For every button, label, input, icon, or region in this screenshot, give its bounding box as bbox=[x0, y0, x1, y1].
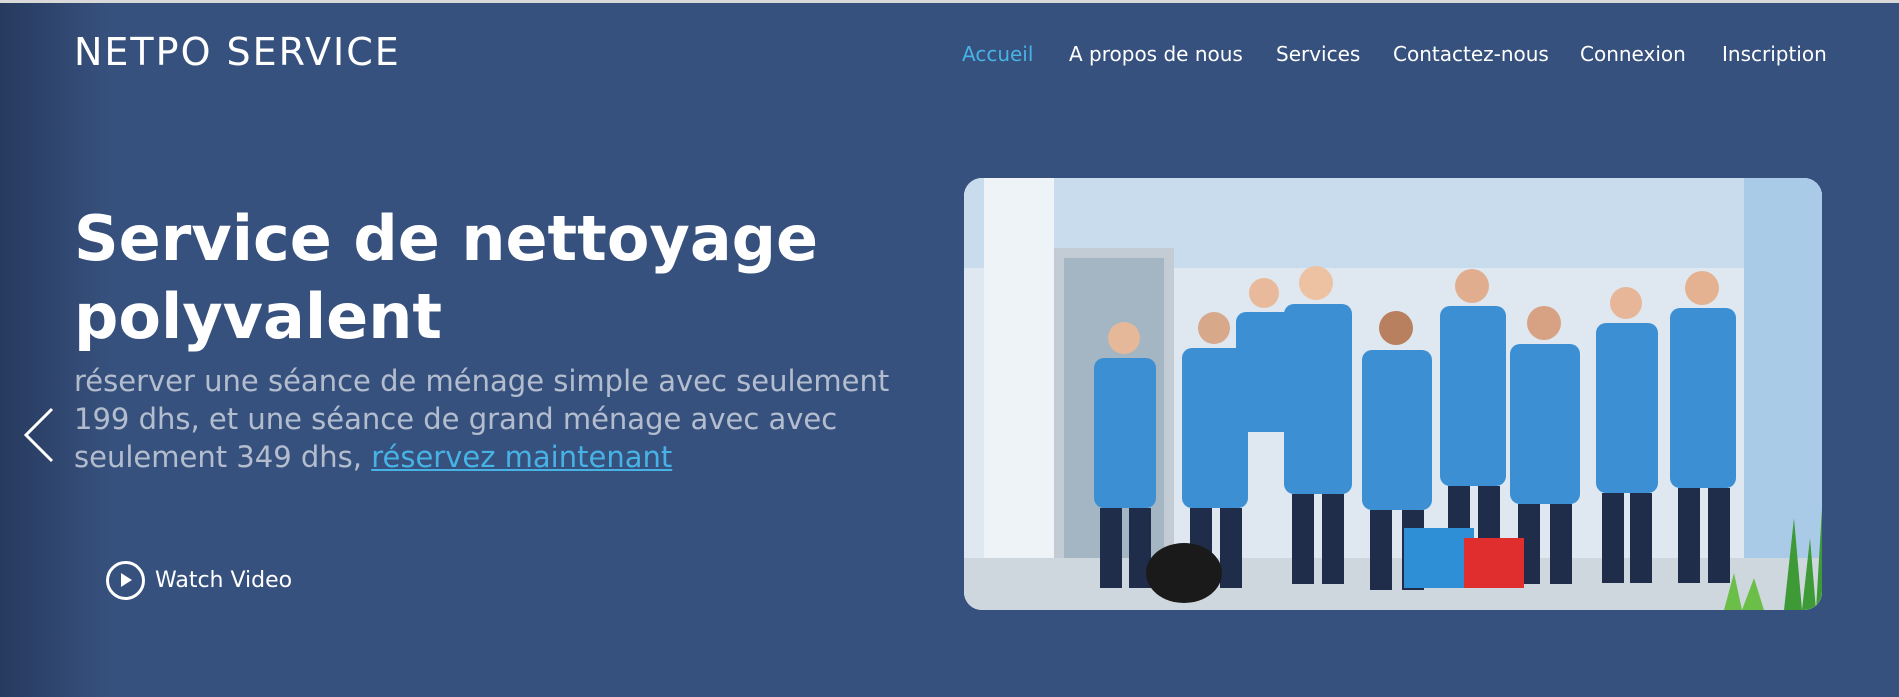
watch-video-button[interactable]: Watch Video bbox=[106, 558, 292, 602]
main-nav: Accueil A propos de nous Services Contac… bbox=[0, 42, 1899, 72]
watch-video-label: Watch Video bbox=[155, 567, 293, 593]
window-top-border bbox=[0, 0, 1899, 3]
nav-item-connexion[interactable]: Connexion bbox=[1580, 42, 1686, 66]
chevron-left-icon bbox=[23, 407, 54, 463]
hero-title-line1: Service de nettoyage bbox=[74, 202, 819, 275]
cleaning-team-photo bbox=[964, 178, 1822, 610]
nav-item-accueil[interactable]: Accueil bbox=[962, 42, 1033, 66]
nav-item-a-propos[interactable]: A propos de nous bbox=[1069, 42, 1243, 66]
play-icon bbox=[106, 560, 145, 600]
hero-description: réserver une séance de ménage simple ave… bbox=[74, 362, 944, 476]
hero-title-line2: polyvalent bbox=[74, 280, 442, 353]
nav-item-inscription[interactable]: Inscription bbox=[1722, 42, 1827, 66]
carousel-prev-button[interactable] bbox=[22, 405, 56, 465]
reserve-now-link[interactable]: réservez maintenant bbox=[371, 440, 672, 474]
hero-image bbox=[964, 178, 1822, 610]
nav-item-contactez-nous[interactable]: Contactez-nous bbox=[1393, 42, 1549, 66]
nav-item-services[interactable]: Services bbox=[1276, 42, 1360, 66]
hero-title: Service de nettoyage polyvalent bbox=[74, 200, 954, 356]
